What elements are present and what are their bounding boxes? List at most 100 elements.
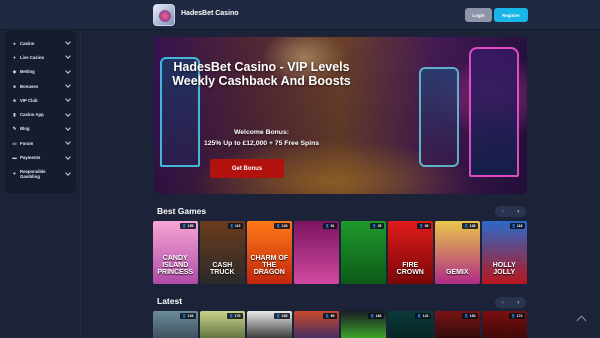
next-arrow-icon[interactable]: › (511, 206, 527, 217)
welcome-bonus-label: Welcome Bonus: (233, 129, 289, 136)
chevron-down-icon[interactable] (65, 139, 71, 146)
game-card[interactable]: 👤 174 (482, 311, 527, 338)
game-title: HOLLY JOLLY (492, 262, 516, 276)
game-card[interactable]: 👤 89 (294, 311, 339, 338)
game-card[interactable]: 👤 142 (388, 311, 433, 338)
player-count-badge: 👤 81 (323, 223, 337, 229)
sidebar-item-label: VIP Club (20, 97, 38, 103)
sidebar-item-label: Casino App (20, 112, 44, 118)
bonus-offer: 125% Up to £12,000 + 75 Free Spins (203, 140, 320, 147)
game-title: CHARM OF THE DRAGON (250, 255, 289, 276)
chevron-down-icon[interactable] (65, 110, 71, 117)
sidebar-item-betting[interactable]: ◆ Betting (5, 65, 76, 79)
sidebar-item-live-casino[interactable]: ● Live Casino (5, 50, 76, 64)
best-games-pager: ‹ › (495, 206, 526, 217)
player-count-badge: 👤 25 (370, 223, 384, 229)
sidebar-item-label: Responsible Gambling (20, 168, 46, 179)
game-card[interactable]: 👤 136 GEMIX (435, 221, 480, 284)
nav-icon: ▬ (12, 155, 17, 161)
chevron-down-icon[interactable] (65, 67, 71, 74)
nav-icon: ♠ (13, 40, 16, 46)
register-button[interactable]: Register (494, 8, 528, 22)
game-card[interactable]: 👤 155 CANDY ISLAND PRINCESS (153, 221, 198, 284)
hero-title: HadesBet Casino - VIP Levels Weekly Cash… (172, 60, 351, 88)
nav-icon: ▮ (13, 112, 16, 118)
sidebar-item-blog[interactable]: ✎ Blog (5, 122, 76, 136)
nav-icon: ● (13, 54, 16, 60)
sidebar-item-label: Bonuses (20, 83, 39, 89)
game-title: GEMIX (445, 269, 469, 276)
nav-icon: ■ (13, 83, 16, 89)
sidebar-nav: ♠ Casino ● Live Casino ◆ Betting ■ Bonuses ★ VIP … (5, 31, 76, 193)
player-count-badge: 👤 115 (227, 223, 243, 229)
game-card[interactable]: 👤 39 FIRE CROWN (388, 221, 433, 284)
game-card[interactable]: 👤 134 (153, 311, 198, 338)
player-count-badge: 👤 142 (415, 313, 431, 319)
chevron-down-icon[interactable] (65, 153, 71, 160)
nav-icon: ▭ (12, 140, 17, 146)
game-card[interactable]: 👤 25 (341, 221, 386, 284)
sidebar-item-bonuses[interactable]: ■ Bonuses (5, 79, 76, 93)
game-card[interactable]: 👤 116 HOLLY JOLLY (482, 221, 527, 284)
chevron-down-icon[interactable] (65, 169, 71, 176)
game-card[interactable]: 👤 81 (294, 221, 339, 284)
player-count-badge: 👤 174 (509, 313, 525, 319)
nav-icon: ◆ (12, 69, 17, 75)
player-count-badge: 👤 184 (368, 313, 384, 319)
game-card[interactable]: 👤 115 CASH TRUCK (200, 221, 245, 284)
scroll-to-top-icon[interactable] (576, 314, 587, 325)
chevron-down-icon[interactable] (65, 82, 71, 88)
hero-bonus-text: Welcome Bonus: 125% Up to £12,000 + 75 F… (154, 127, 369, 149)
player-count-badge: 👤 165 (274, 313, 290, 319)
site-logo[interactable] (153, 4, 175, 26)
sidebar-item-responsible-gambling[interactable]: ♥ Responsible Gambling (5, 165, 76, 183)
top-bar: HadesBet Casino Login Register (0, 0, 600, 30)
sidebar-item-casino-app[interactable]: ▮ Casino App (5, 107, 76, 121)
nav-icon: ★ (12, 97, 17, 103)
sidebar-item-label: Casino (20, 40, 35, 46)
chevron-down-icon[interactable] (65, 125, 71, 131)
game-card[interactable]: 👤 165 (247, 311, 292, 338)
sidebar-divider (80, 30, 81, 338)
latest-title: Latest (157, 296, 183, 306)
sidebar-item-vip-club[interactable]: ★ VIP Club (5, 93, 76, 107)
prev-arrow-icon[interactable]: ‹ (495, 206, 511, 217)
brand-name[interactable]: HadesBet Casino (181, 10, 239, 17)
get-bonus-button[interactable]: Get Bonus (210, 159, 284, 178)
player-count-badge: 👤 39 (417, 223, 431, 229)
best-games-title: Best Games (157, 206, 207, 216)
latest-games-row: 👤 134 👤 179 👤 165 👤 89 👤 184 👤 142 👤 163 👤 174 (153, 311, 527, 338)
prev-arrow-icon[interactable]: ‹ (495, 297, 511, 308)
sidebar-item-forum[interactable]: ▭ Forum (5, 136, 76, 150)
player-count-badge: 👤 126 (274, 223, 290, 229)
chevron-down-icon[interactable] (65, 96, 71, 103)
sidebar-item-label: Blog (20, 126, 30, 132)
player-count-badge: 👤 116 (509, 223, 525, 229)
chevron-down-icon[interactable] (65, 39, 71, 45)
login-button[interactable]: Login (465, 8, 492, 22)
chevron-down-icon[interactable] (65, 53, 71, 60)
player-count-badge: 👤 163 (462, 313, 478, 319)
sidebar-item-label: Live Casino (20, 54, 45, 60)
hero-banner[interactable]: HadesBet Casino - VIP Levels Weekly Cash… (154, 37, 527, 194)
game-card[interactable]: 👤 163 (435, 311, 480, 338)
game-card[interactable]: 👤 179 (200, 311, 245, 338)
next-arrow-icon[interactable]: › (511, 297, 527, 308)
player-count-badge: 👤 155 (180, 223, 196, 229)
game-title: CASH TRUCK (210, 262, 235, 276)
sidebar-item-payments[interactable]: ▬ Payments (5, 150, 76, 164)
sidebar-item-casino[interactable]: ♠ Casino (5, 36, 76, 50)
player-count-badge: 👤 134 (180, 313, 196, 319)
game-card[interactable]: 👤 126 CHARM OF THE DRAGON (247, 221, 292, 284)
sidebar-item-label: Betting (20, 69, 35, 75)
slot-machine-image (419, 67, 459, 167)
game-card[interactable]: 👤 184 (341, 311, 386, 338)
player-count-badge: 👤 136 (462, 223, 478, 229)
game-title: FIRE CROWN (396, 262, 424, 276)
slot-machine-image (469, 47, 519, 177)
sidebar-item-label: Forum (20, 140, 34, 146)
nav-icon: ✎ (12, 126, 17, 132)
nav-icon: ♥ (13, 171, 16, 177)
game-title: CANDY ISLAND PRINCESS (157, 255, 194, 276)
player-count-badge: 👤 89 (323, 313, 337, 319)
